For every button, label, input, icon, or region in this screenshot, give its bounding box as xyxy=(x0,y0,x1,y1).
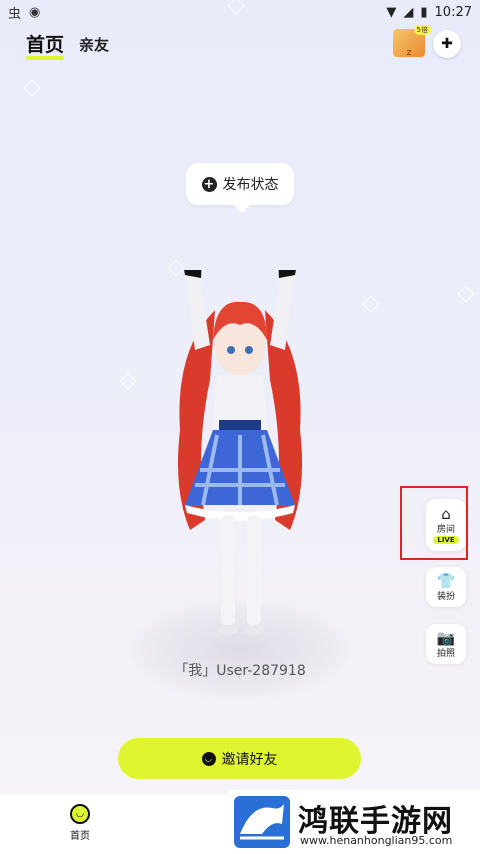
header: 首页 亲友 Z 5倍 ✚ xyxy=(0,25,480,62)
shirt-icon: 👕 xyxy=(436,571,456,590)
battery-icon: ▮ xyxy=(420,4,428,20)
bug-icon: 虫 xyxy=(8,6,22,22)
smile-icon: ◡ xyxy=(201,751,216,766)
clock: 10:27 xyxy=(434,4,472,20)
invite-friends-button[interactable]: ◡ 邀请好友 xyxy=(118,738,361,779)
chat-add-button[interactable]: ✚ xyxy=(433,30,461,58)
character-name: 「我」User-287918 xyxy=(174,663,306,679)
promo-text: Z xyxy=(406,49,412,57)
wifi-icon: ▼ xyxy=(386,4,397,20)
photo-button[interactable]: 📷 拍照 xyxy=(426,624,466,664)
nav-home-label: 首页 xyxy=(70,831,90,842)
sparkle-decoration xyxy=(457,285,475,303)
chat-add-icon: ✚ xyxy=(441,36,453,52)
tab-friends[interactable]: 亲友 xyxy=(79,34,109,55)
tab-indicator xyxy=(26,56,65,60)
sparkle-decoration xyxy=(119,372,137,390)
post-status-label: 发布状态 xyxy=(222,177,279,193)
signal-icon: ◢ xyxy=(403,4,414,20)
camera-icon: 📷 xyxy=(436,628,456,647)
photo-label: 拍照 xyxy=(436,648,455,659)
watermark-url: www.henanhonglian95.com xyxy=(300,834,453,847)
home-smile-icon: ◡ xyxy=(70,804,90,824)
plus-icon: + xyxy=(201,176,217,192)
watermark-logo xyxy=(234,796,290,848)
sparkle-decoration xyxy=(23,79,41,97)
watermark: 鸿联手游网 www.henanhonglian95.com xyxy=(228,790,480,854)
tab-home[interactable]: 首页 xyxy=(26,30,65,60)
promo-banner[interactable]: Z 5倍 xyxy=(393,25,431,57)
highlight-annotation xyxy=(400,486,468,560)
dress-up-label: 装扮 xyxy=(436,591,455,602)
avatar-character[interactable] xyxy=(155,270,325,650)
post-status-button[interactable]: + 发布状态 xyxy=(186,163,294,213)
dress-up-button[interactable]: 👕 装扮 xyxy=(426,567,466,607)
nav-home[interactable]: ◡ 首页 xyxy=(65,804,95,842)
promo-badge: 5倍 xyxy=(413,25,431,35)
cn-icon: ◉ xyxy=(29,4,41,20)
sparkle-decoration xyxy=(362,295,380,313)
tab-home-label: 首页 xyxy=(26,34,65,56)
invite-label: 邀请好友 xyxy=(221,751,278,768)
